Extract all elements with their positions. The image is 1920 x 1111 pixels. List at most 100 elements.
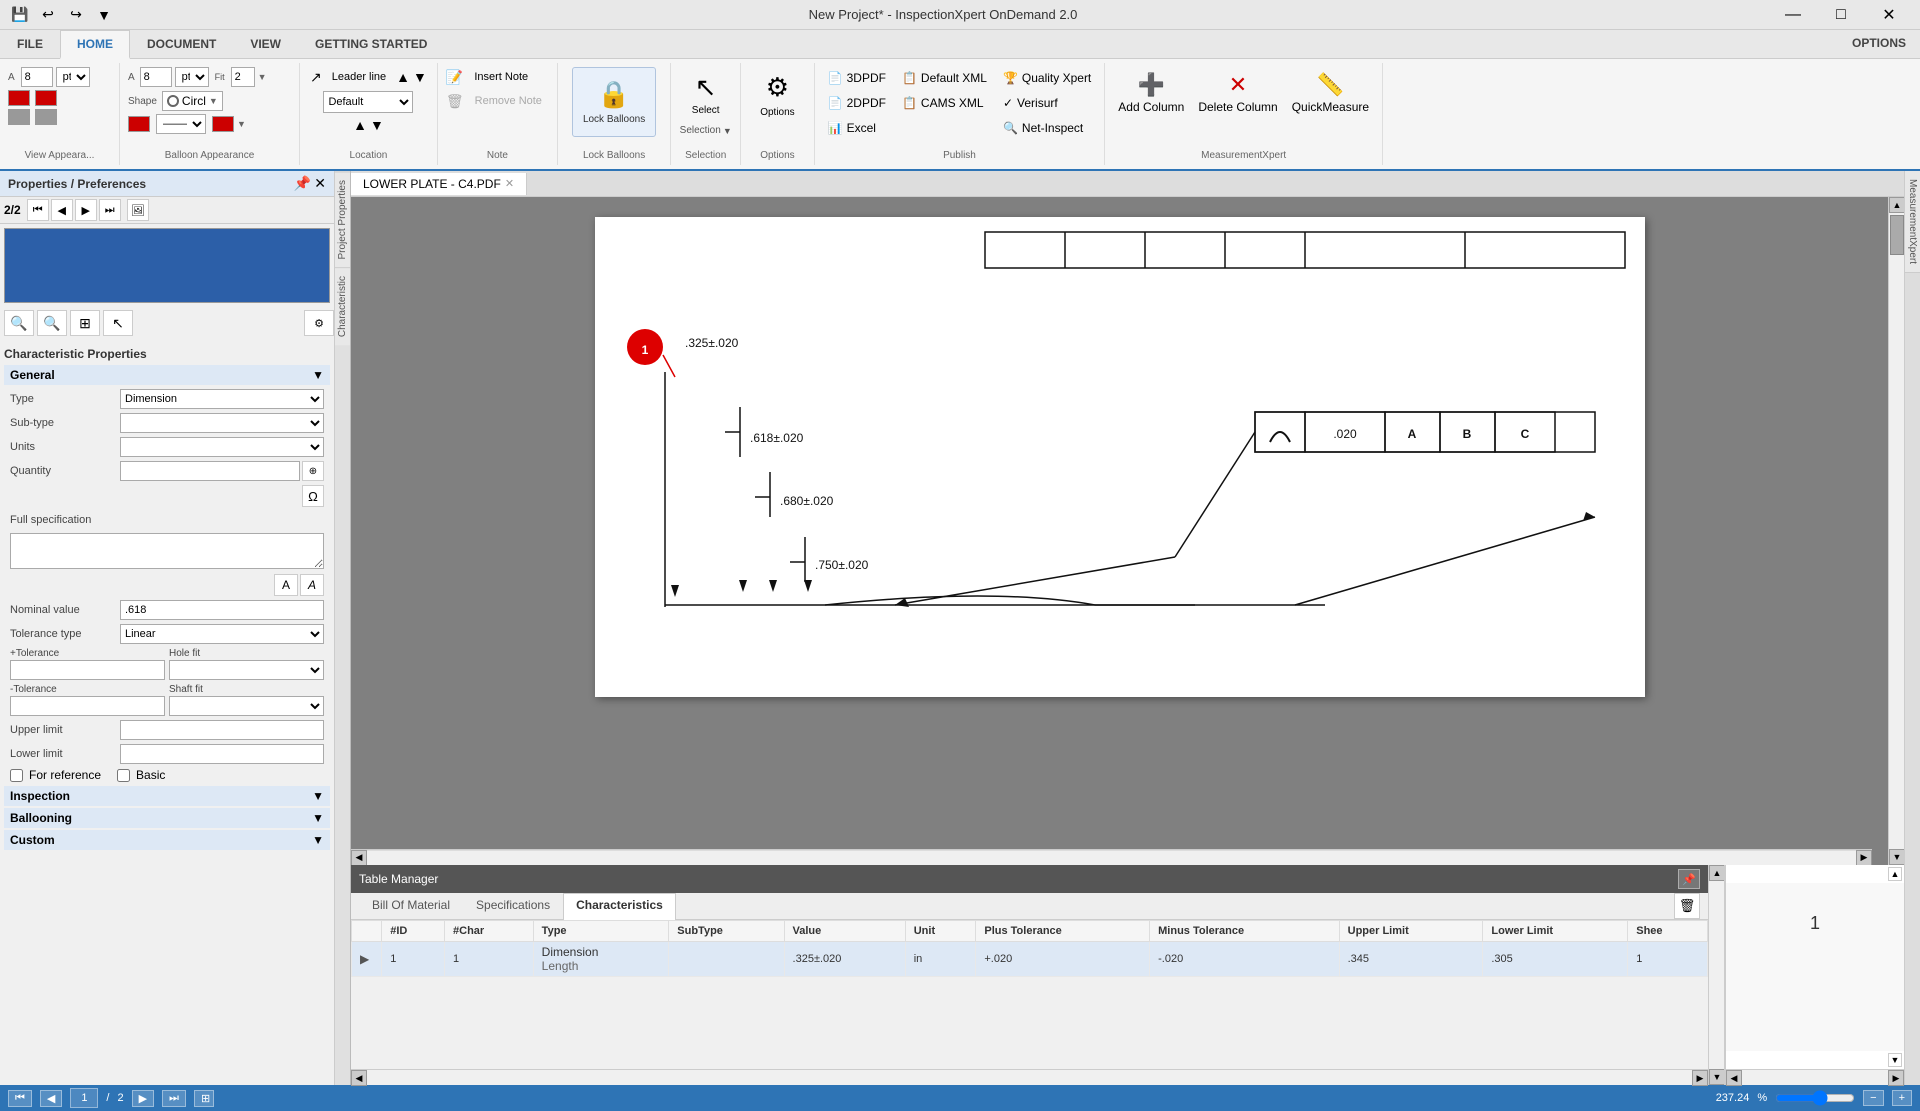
tab-getting-started[interactable]: GETTING STARTED [298, 30, 444, 59]
border-color-swatch[interactable] [8, 109, 30, 125]
measurementxpert-side-tab[interactable]: MeasurementXpert [1905, 171, 1920, 273]
doc-tab-close[interactable]: ✕ [505, 177, 514, 190]
quickmeasure-button[interactable]: 📏 QuickMeasure [1287, 67, 1374, 119]
panel-close-button[interactable]: ✕ [314, 175, 326, 192]
upper-limit-input[interactable] [120, 720, 324, 740]
panel-tool-select[interactable]: ↖ [103, 310, 133, 336]
zoom-slider[interactable] [1775, 1090, 1855, 1106]
balloon-style[interactable]: ——— [156, 114, 206, 134]
table-scroll-up[interactable]: ▲ [1709, 865, 1725, 881]
inspection-section[interactable]: Inspection ▼ [4, 786, 330, 806]
font-size-input[interactable]: 8 [21, 67, 53, 87]
panel-tool-zoom-out[interactable]: 🔍 [37, 310, 67, 336]
doc-tab[interactable]: LOWER PLATE - C4.PDF ✕ [351, 173, 527, 195]
nav-next-button[interactable]: ▶ [75, 199, 97, 221]
panel-pin-button[interactable]: 📌 [294, 175, 311, 192]
nav-first-button[interactable]: ⏮ [27, 199, 49, 221]
loc-down-icon[interactable]: ▼ [370, 117, 384, 133]
bg-color-swatch[interactable] [35, 90, 57, 106]
balloon-font-size[interactable] [140, 67, 172, 87]
nominal-input[interactable]: .618 [120, 600, 324, 620]
nav-prev-button[interactable]: ◀ [51, 199, 73, 221]
balloon-unit[interactable]: pt [175, 67, 209, 87]
unit-select[interactable]: pt [56, 67, 90, 87]
table-scroll-right[interactable]: ▶ [1692, 1070, 1708, 1086]
balloon-color2[interactable] [212, 116, 234, 132]
spec-bold-btn[interactable]: A [274, 574, 298, 596]
remove-note-button[interactable]: Remove Note [468, 91, 549, 111]
h-scroll-track[interactable] [367, 851, 1856, 865]
v-scroll-down-btn[interactable]: ▼ [1889, 849, 1905, 865]
publish-quality-button[interactable]: 🏆 Quality Xpert [998, 67, 1096, 89]
panel-tool-zoom-in[interactable]: 🔍 [4, 310, 34, 336]
more-btn[interactable]: ▼ [92, 3, 116, 27]
shape-selector[interactable]: Circl ▼ [162, 91, 223, 111]
table-scroll-down[interactable]: ▼ [1709, 1069, 1725, 1085]
publish-netinspect-button[interactable]: 🔍 Net-Inspect [998, 117, 1096, 139]
balloon-color1[interactable] [128, 116, 150, 132]
basic-checkbox[interactable] [117, 769, 130, 782]
quantity-calc-btn[interactable]: ⊕ [302, 461, 324, 481]
general-section[interactable]: General ▼ [4, 365, 330, 385]
custom-section[interactable]: Custom ▼ [4, 830, 330, 850]
options-button[interactable]: ⚙ Options [751, 67, 803, 123]
v-scroll-thumb[interactable] [1890, 215, 1904, 255]
loc-up-icon[interactable]: ▲ [353, 117, 367, 133]
table-icon-button[interactable]: 🗑 [1674, 893, 1700, 919]
undo-btn[interactable]: ↩ [36, 3, 60, 27]
spec-italic-btn[interactable]: A [300, 574, 324, 596]
maximize-button[interactable]: □ [1818, 0, 1864, 30]
publish-default-xml-button[interactable]: 📋 Default XML [897, 67, 992, 89]
lower-limit-input[interactable] [120, 744, 324, 764]
table-pin-btn[interactable]: 📌 [1678, 869, 1700, 889]
status-fit-btn[interactable]: ⊞ [194, 1090, 214, 1107]
bri-scroll-l[interactable]: ◀ [1726, 1070, 1742, 1086]
save-btn[interactable]: 💾 [8, 3, 32, 27]
bri-down-btn[interactable]: ▼ [1888, 1053, 1902, 1067]
status-nav-first[interactable]: ⏮ [8, 1090, 32, 1107]
for-reference-checkbox[interactable] [10, 769, 23, 782]
status-nav-prev[interactable]: ◀ [40, 1090, 62, 1107]
tab-document[interactable]: DOCUMENT [130, 30, 233, 59]
plus-tol-input[interactable] [10, 660, 165, 680]
characteristic-tab[interactable]: Characteristic [335, 267, 350, 345]
expand-icon[interactable]: ▶ [360, 952, 369, 966]
font-color-swatch[interactable] [8, 90, 30, 106]
publish-cams-button[interactable]: 📋 CAMS XML [897, 92, 992, 114]
fill-color-swatch[interactable] [35, 109, 57, 125]
insert-note-button[interactable]: Insert Note [467, 67, 535, 87]
zoom-in-btn[interactable]: + [1892, 1090, 1912, 1106]
full-spec-input[interactable] [10, 533, 324, 569]
status-nav-next[interactable]: ▶ [132, 1090, 154, 1107]
omega-button[interactable]: Ω [302, 485, 324, 507]
location-default-select[interactable]: Default [323, 91, 413, 113]
delete-column-button[interactable]: ✕ Delete Column [1193, 67, 1282, 119]
panel-settings-button[interactable]: ⚙ [304, 310, 334, 336]
h-scroll-left-btn[interactable]: ◀ [351, 850, 367, 866]
table-scroll-left[interactable]: ◀ [351, 1070, 367, 1086]
add-column-button[interactable]: ➕ Add Column [1113, 67, 1189, 119]
publish-excel-button[interactable]: 📊 Excel [823, 117, 891, 139]
panel-view-btn[interactable]: 🖼 [127, 199, 149, 221]
nav-last-button[interactable]: ⏭ [99, 199, 121, 221]
project-properties-tab[interactable]: Project Properties [335, 171, 350, 267]
type-select[interactable]: Dimension [120, 389, 324, 409]
bri-up-btn[interactable]: ▲ [1888, 867, 1902, 881]
specifications-tab[interactable]: Specifications [463, 893, 563, 920]
leader-line-button[interactable]: Leader line [325, 67, 393, 87]
publish-2dpdf-button[interactable]: 📄 2DPDF [823, 92, 891, 114]
tab-file[interactable]: FILE [0, 30, 60, 59]
close-button[interactable]: ✕ [1866, 0, 1912, 30]
page-input[interactable]: 1 [70, 1088, 98, 1108]
v-scroll-up-btn[interactable]: ▲ [1889, 197, 1905, 213]
shaft-fit-select[interactable] [169, 696, 324, 716]
redo-btn[interactable]: ↪ [64, 3, 88, 27]
tab-view[interactable]: VIEW [233, 30, 298, 59]
tol-type-select[interactable]: Linear [120, 624, 324, 644]
fit-input[interactable] [231, 67, 255, 87]
select-button[interactable]: ↖ Select [683, 67, 729, 121]
panel-tool-fit[interactable]: ⊞ [70, 310, 100, 336]
minimize-button[interactable]: — [1770, 0, 1816, 30]
table-scroll-track[interactable] [367, 1070, 1692, 1085]
publish-verisurf-button[interactable]: ✓ Verisurf [998, 92, 1096, 114]
